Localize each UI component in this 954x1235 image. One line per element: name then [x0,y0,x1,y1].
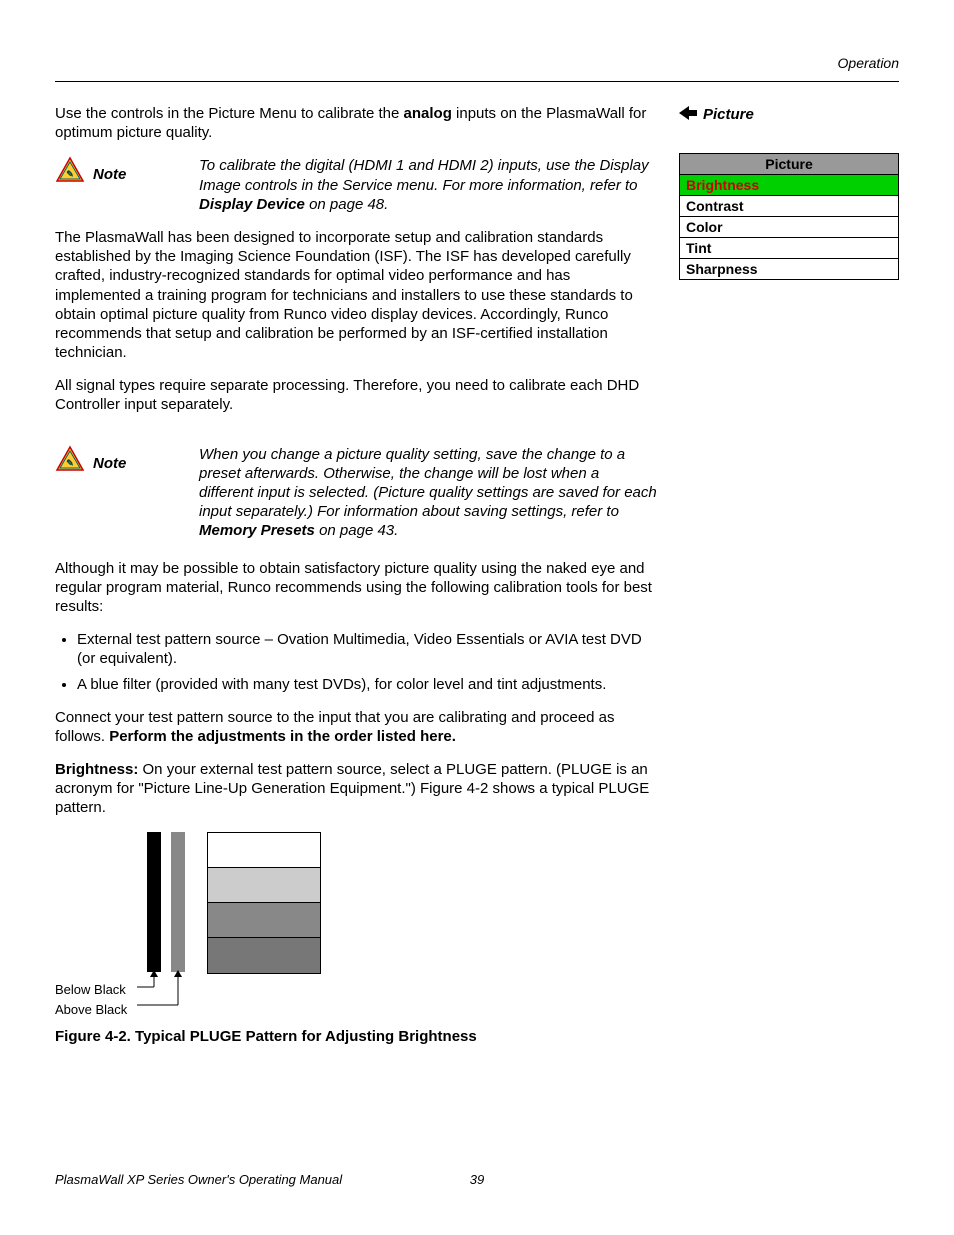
main-column: Use the controls in the Picture Menu to … [55,104,657,1063]
pluge-bar-black [147,832,161,972]
page: Operation Use the controls in the Pictur… [0,0,954,1235]
note2-a: When you change a picture quality settin… [199,446,657,521]
menu-item-color: Color [680,217,899,238]
svg-text:✎: ✎ [66,458,74,468]
figure-pluge: Below Black Above Black Figure 4-2. Typi… [55,832,657,1045]
menu-item-sharpness: Sharpness [680,259,899,280]
note-text-2: When you change a picture quality settin… [199,445,657,541]
menu-item-tint: Tint [680,238,899,259]
pluge-diagram [147,832,657,1002]
picture-menu-table: Picture Brightness Contrast Color Tint S… [679,153,899,280]
note1-b: Display Device [199,196,305,213]
menu-item-contrast: Contrast [680,196,899,217]
connect-paragraph: Connect your test pattern source to the … [55,708,657,746]
above-black-label: Above Black [55,1002,127,1017]
intro-paragraph: Use the controls in the Picture Menu to … [55,104,657,142]
footer-page-number: 39 [55,1172,899,1187]
note-block-1: ✎ Note To calibrate the digital (HDMI 1 … [55,156,657,214]
list-item: A blue filter (provided with many test D… [77,675,657,694]
note1-a: To calibrate the digital (HDMI 1 and HDM… [199,157,649,193]
side-column: Picture Picture Brightness Contrast Colo… [679,104,899,280]
tools-list: External test pattern source – Ovation M… [55,630,657,694]
note2-b: Memory Presets [199,522,315,539]
side-heading-text: Picture [703,106,754,123]
menu-item-brightness: Brightness [680,175,899,196]
svg-text:✎: ✎ [66,169,74,179]
list-item: External test pattern source – Ovation M… [77,630,657,668]
pluge-arrows [137,970,337,1010]
arrow-left-icon [679,104,697,125]
note-icon: ✎ [55,156,85,184]
connect-b: Perform the adjustments in the order lis… [109,728,456,745]
swatch-white [208,833,320,867]
content-columns: Use the controls in the Picture Menu to … [55,104,899,1063]
signal-paragraph: All signal types require separate proces… [55,376,657,414]
swatch-dark-gray [208,937,320,972]
note-icon: ✎ [55,445,85,473]
brightness-label: Brightness: [55,761,138,778]
pluge-swatches [207,832,321,974]
menu-title: Picture [680,154,899,175]
note-block-2: ✎ Note When you change a picture quality… [55,445,657,541]
note-label: Note [93,455,149,472]
figure-caption: Figure 4-2. Typical PLUGE Pattern for Ad… [55,1028,657,1045]
section-header: Operation [55,55,899,71]
tools-paragraph: Although it may be possible to obtain sa… [55,559,657,617]
below-black-label: Below Black [55,982,126,997]
note-text-1: To calibrate the digital (HDMI 1 and HDM… [199,156,657,214]
brightness-paragraph: Brightness: On your external test patter… [55,760,657,818]
swatch-light-gray [208,867,320,902]
pluge-bar-gray [171,832,185,972]
note-label: Note [93,166,149,183]
note2-c: on page 43. [315,522,398,539]
isf-paragraph: The PlasmaWall has been designed to inco… [55,228,657,362]
page-footer: PlasmaWall XP Series Owner's Operating M… [55,1172,899,1187]
note1-c: on page 48. [305,196,388,213]
intro-analog: analog [404,105,452,122]
header-rule [55,81,899,82]
brightness-text: On your external test pattern source, se… [55,761,649,816]
swatch-gray [208,902,320,937]
intro-text-a: Use the controls in the Picture Menu to … [55,105,404,122]
side-heading: Picture [679,104,899,125]
